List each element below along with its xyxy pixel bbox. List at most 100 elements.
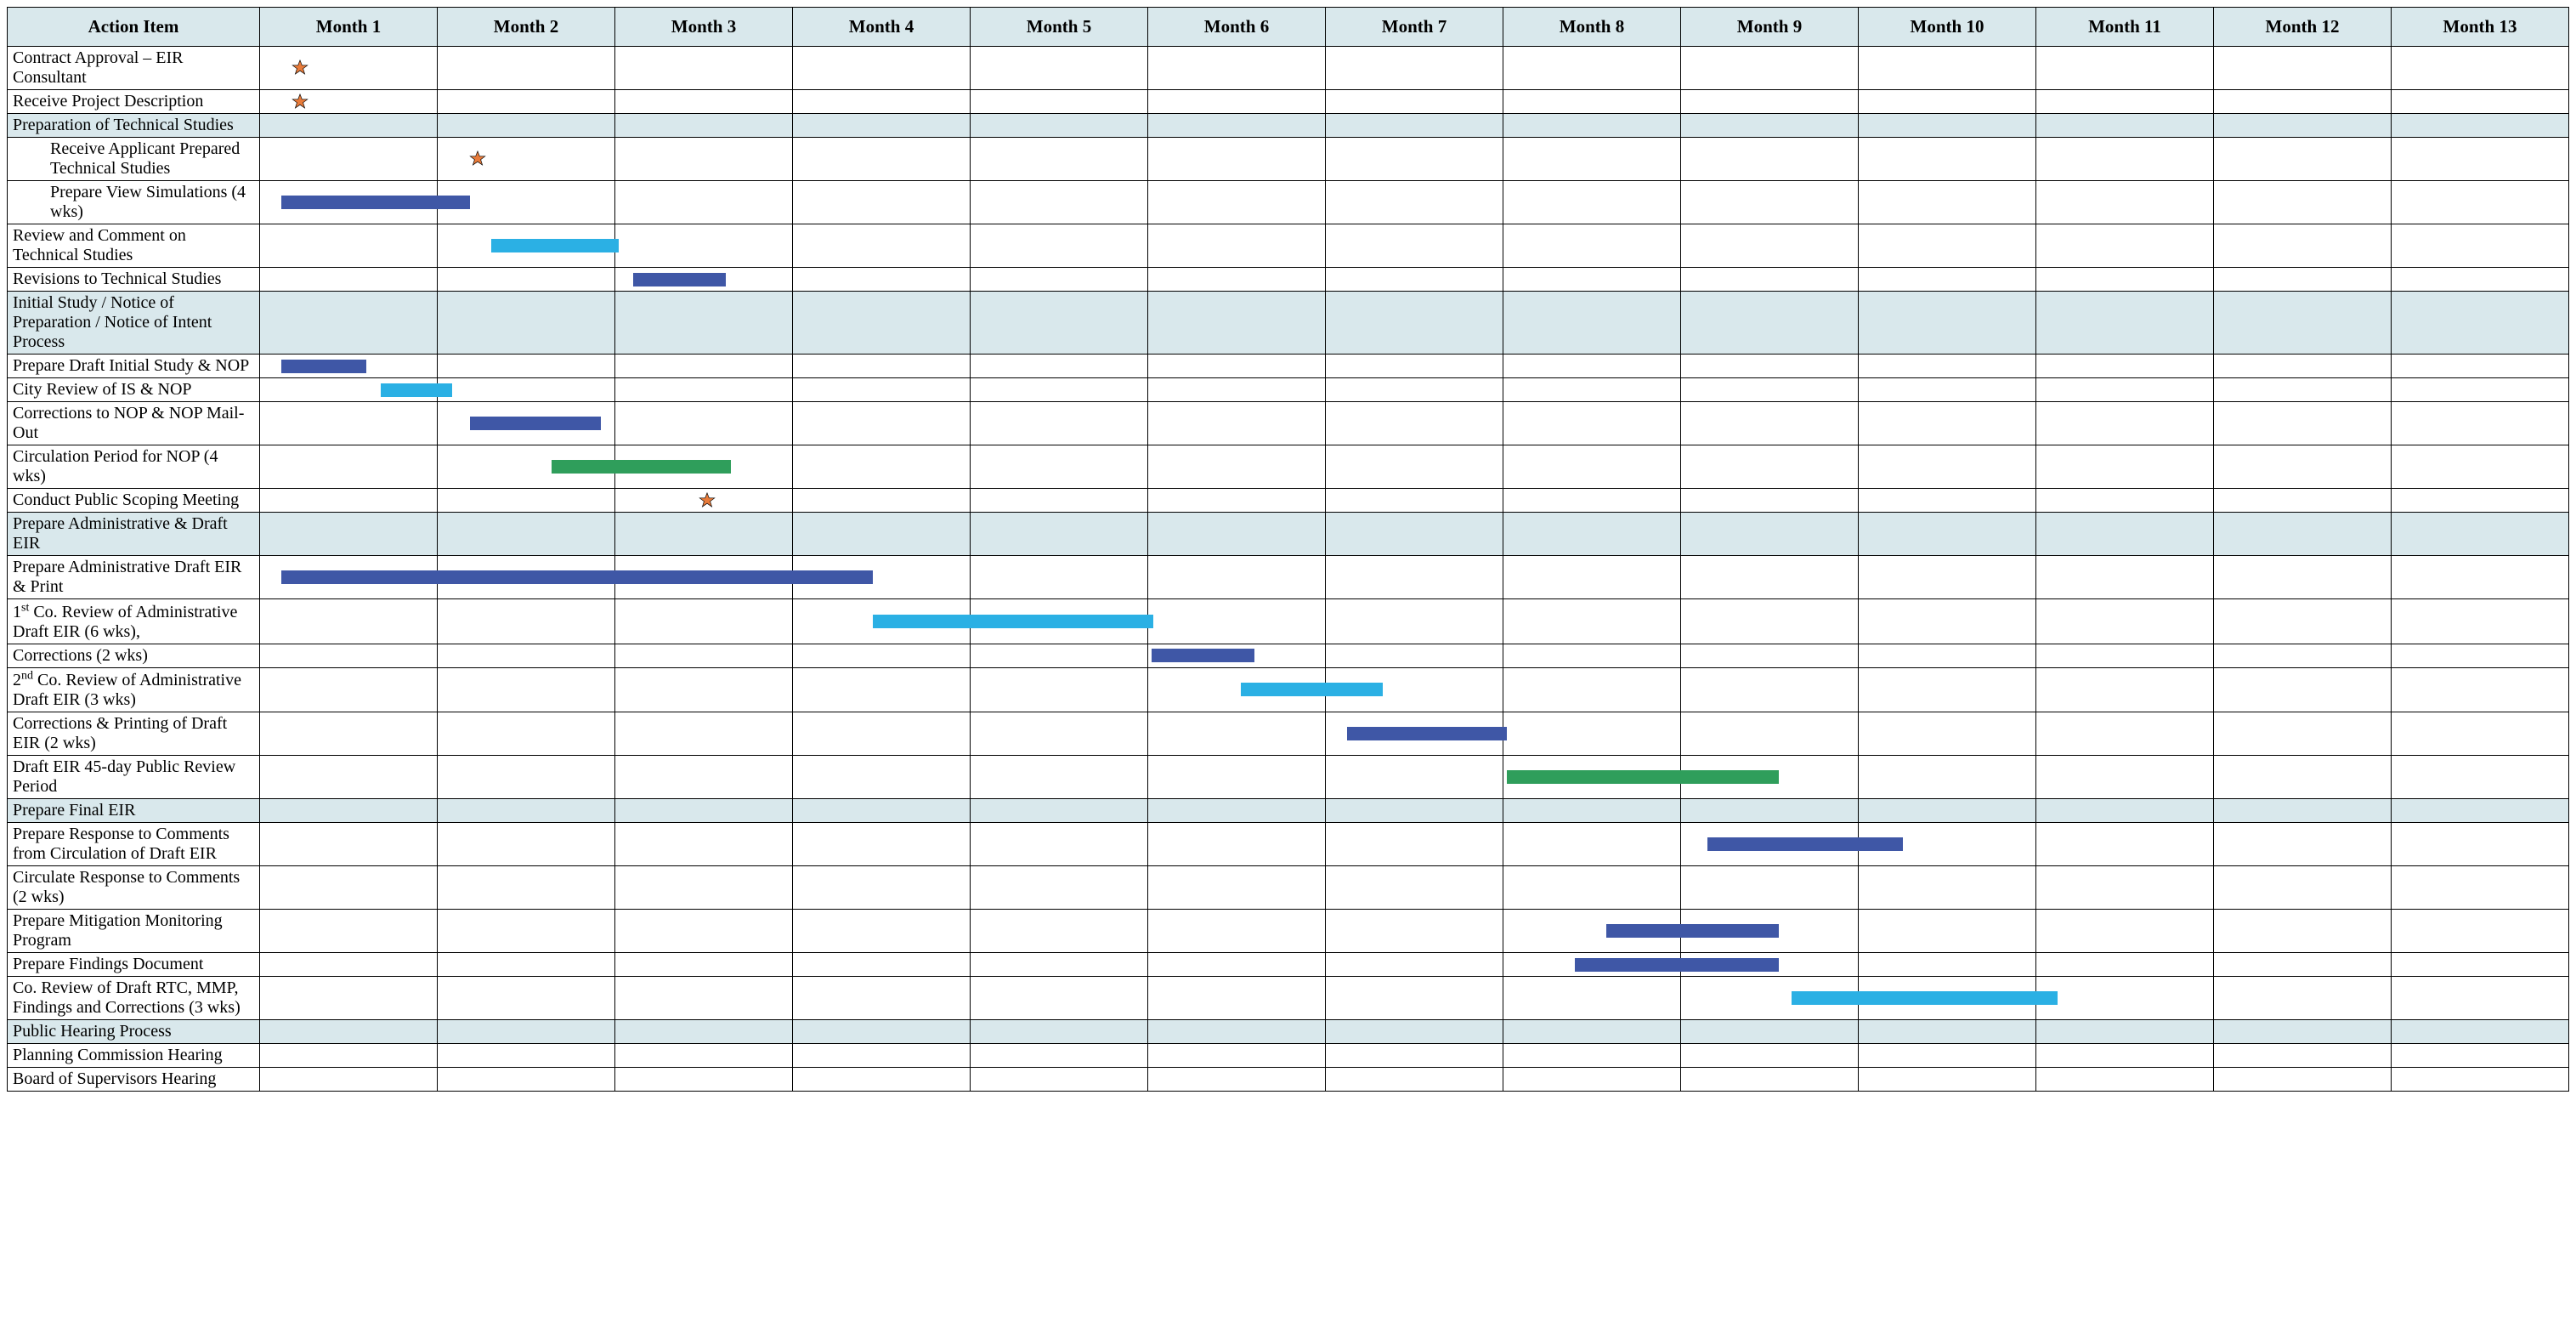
month-cell [971, 866, 1148, 910]
month-cell [1503, 1020, 1681, 1044]
month-cell [793, 513, 971, 556]
month-cell [615, 977, 793, 1020]
month-cell [260, 138, 438, 181]
month-cell [2036, 378, 2214, 402]
month-cell [438, 599, 615, 644]
month-cell [2392, 47, 2569, 90]
action-item-label: Planning Commission Hearing [13, 1046, 223, 1064]
month-cell [260, 953, 438, 977]
action-item-label: Prepare Response to Comments from Circul… [13, 825, 229, 863]
month-cell [1681, 756, 1859, 799]
table-row: Circulation Period for NOP (4 wks) [8, 445, 2569, 489]
month-cell [793, 977, 971, 1020]
action-item-label: Public Hearing Process [13, 1022, 172, 1041]
month-cell [793, 445, 971, 489]
action-item-cell: Planning Commission Hearing [8, 1044, 260, 1068]
month-cell [615, 224, 793, 268]
month-cell [2036, 90, 2214, 114]
month-cell [2214, 556, 2392, 599]
header-month-2: Month 2 [438, 8, 615, 47]
gantt-bar [491, 239, 619, 252]
month-cell [971, 799, 1148, 823]
month-cell [971, 644, 1148, 667]
month-cell [260, 667, 438, 712]
month-cell [1681, 181, 1859, 224]
action-item-cell: Prepare Findings Document [8, 953, 260, 977]
month-cell [971, 292, 1148, 355]
action-item-label: Prepare Findings Document [13, 955, 203, 973]
month-cell [793, 47, 971, 90]
month-cell [438, 513, 615, 556]
month-cell [1859, 823, 2036, 866]
action-item-label: 1st Co. Review of Administrative Draft E… [13, 603, 237, 641]
action-item-label: Circulation Period for NOP (4 wks) [13, 447, 218, 485]
month-cell [2392, 513, 2569, 556]
month-cell [1148, 1020, 1326, 1044]
month-cell [2392, 799, 2569, 823]
month-cell [260, 644, 438, 667]
month-cell [793, 114, 971, 138]
month-cell [2392, 556, 2569, 599]
month-cell [2392, 292, 2569, 355]
month-cell [1326, 1044, 1503, 1068]
month-cell [2036, 445, 2214, 489]
action-item-cell: Initial Study / Notice of Preparation / … [8, 292, 260, 355]
month-cell [1148, 756, 1326, 799]
month-cell [971, 977, 1148, 1020]
month-cell [438, 556, 615, 599]
month-cell [1148, 90, 1326, 114]
gantt-bar [470, 417, 602, 430]
month-cell [2392, 489, 2569, 513]
gantt-bar [633, 273, 726, 286]
month-cell [615, 1068, 793, 1092]
month-cell [1326, 910, 1503, 953]
month-cell [1326, 445, 1503, 489]
month-cell [2214, 378, 2392, 402]
month-cell [1326, 756, 1503, 799]
month-cell [793, 90, 971, 114]
month-cell [1681, 445, 1859, 489]
month-cell [2392, 599, 2569, 644]
month-cell [615, 181, 793, 224]
month-cell [438, 402, 615, 445]
month-cell [1859, 90, 2036, 114]
table-row: Prepare Mitigation Monitoring Program [8, 910, 2569, 953]
month-cell [438, 756, 615, 799]
month-cell [1681, 799, 1859, 823]
month-cell [1681, 977, 1859, 1020]
month-cell [2214, 823, 2392, 866]
month-cell [1859, 599, 2036, 644]
month-cell [438, 489, 615, 513]
month-cell [260, 513, 438, 556]
table-row: Prepare Findings Document [8, 953, 2569, 977]
month-cell [438, 268, 615, 292]
month-cell [971, 823, 1148, 866]
month-cell [1503, 513, 1681, 556]
month-cell [2392, 644, 2569, 667]
table-row: Receive Applicant Prepared Technical Stu… [8, 138, 2569, 181]
header-month-7: Month 7 [1326, 8, 1503, 47]
month-cell [2036, 1068, 2214, 1092]
action-item-label: Contract Approval – EIR Consultant [13, 48, 184, 87]
month-cell [1326, 644, 1503, 667]
month-cell [260, 489, 438, 513]
month-cell [2392, 712, 2569, 756]
month-cell [971, 445, 1148, 489]
section-row: Public Hearing Process [8, 1020, 2569, 1044]
month-cell [1681, 292, 1859, 355]
month-cell [1859, 953, 2036, 977]
month-cell [438, 977, 615, 1020]
month-cell [971, 513, 1148, 556]
month-cell [1859, 138, 2036, 181]
month-cell [1681, 268, 1859, 292]
month-cell [1859, 292, 2036, 355]
action-item-label: 2nd Co. Review of Administrative Draft E… [13, 671, 241, 709]
month-cell [2392, 378, 2569, 402]
month-cell [1326, 90, 1503, 114]
month-cell [1326, 712, 1503, 756]
month-cell [2036, 644, 2214, 667]
month-cell [1859, 712, 2036, 756]
month-cell [971, 402, 1148, 445]
month-cell [2036, 1044, 2214, 1068]
month-cell [1681, 513, 1859, 556]
